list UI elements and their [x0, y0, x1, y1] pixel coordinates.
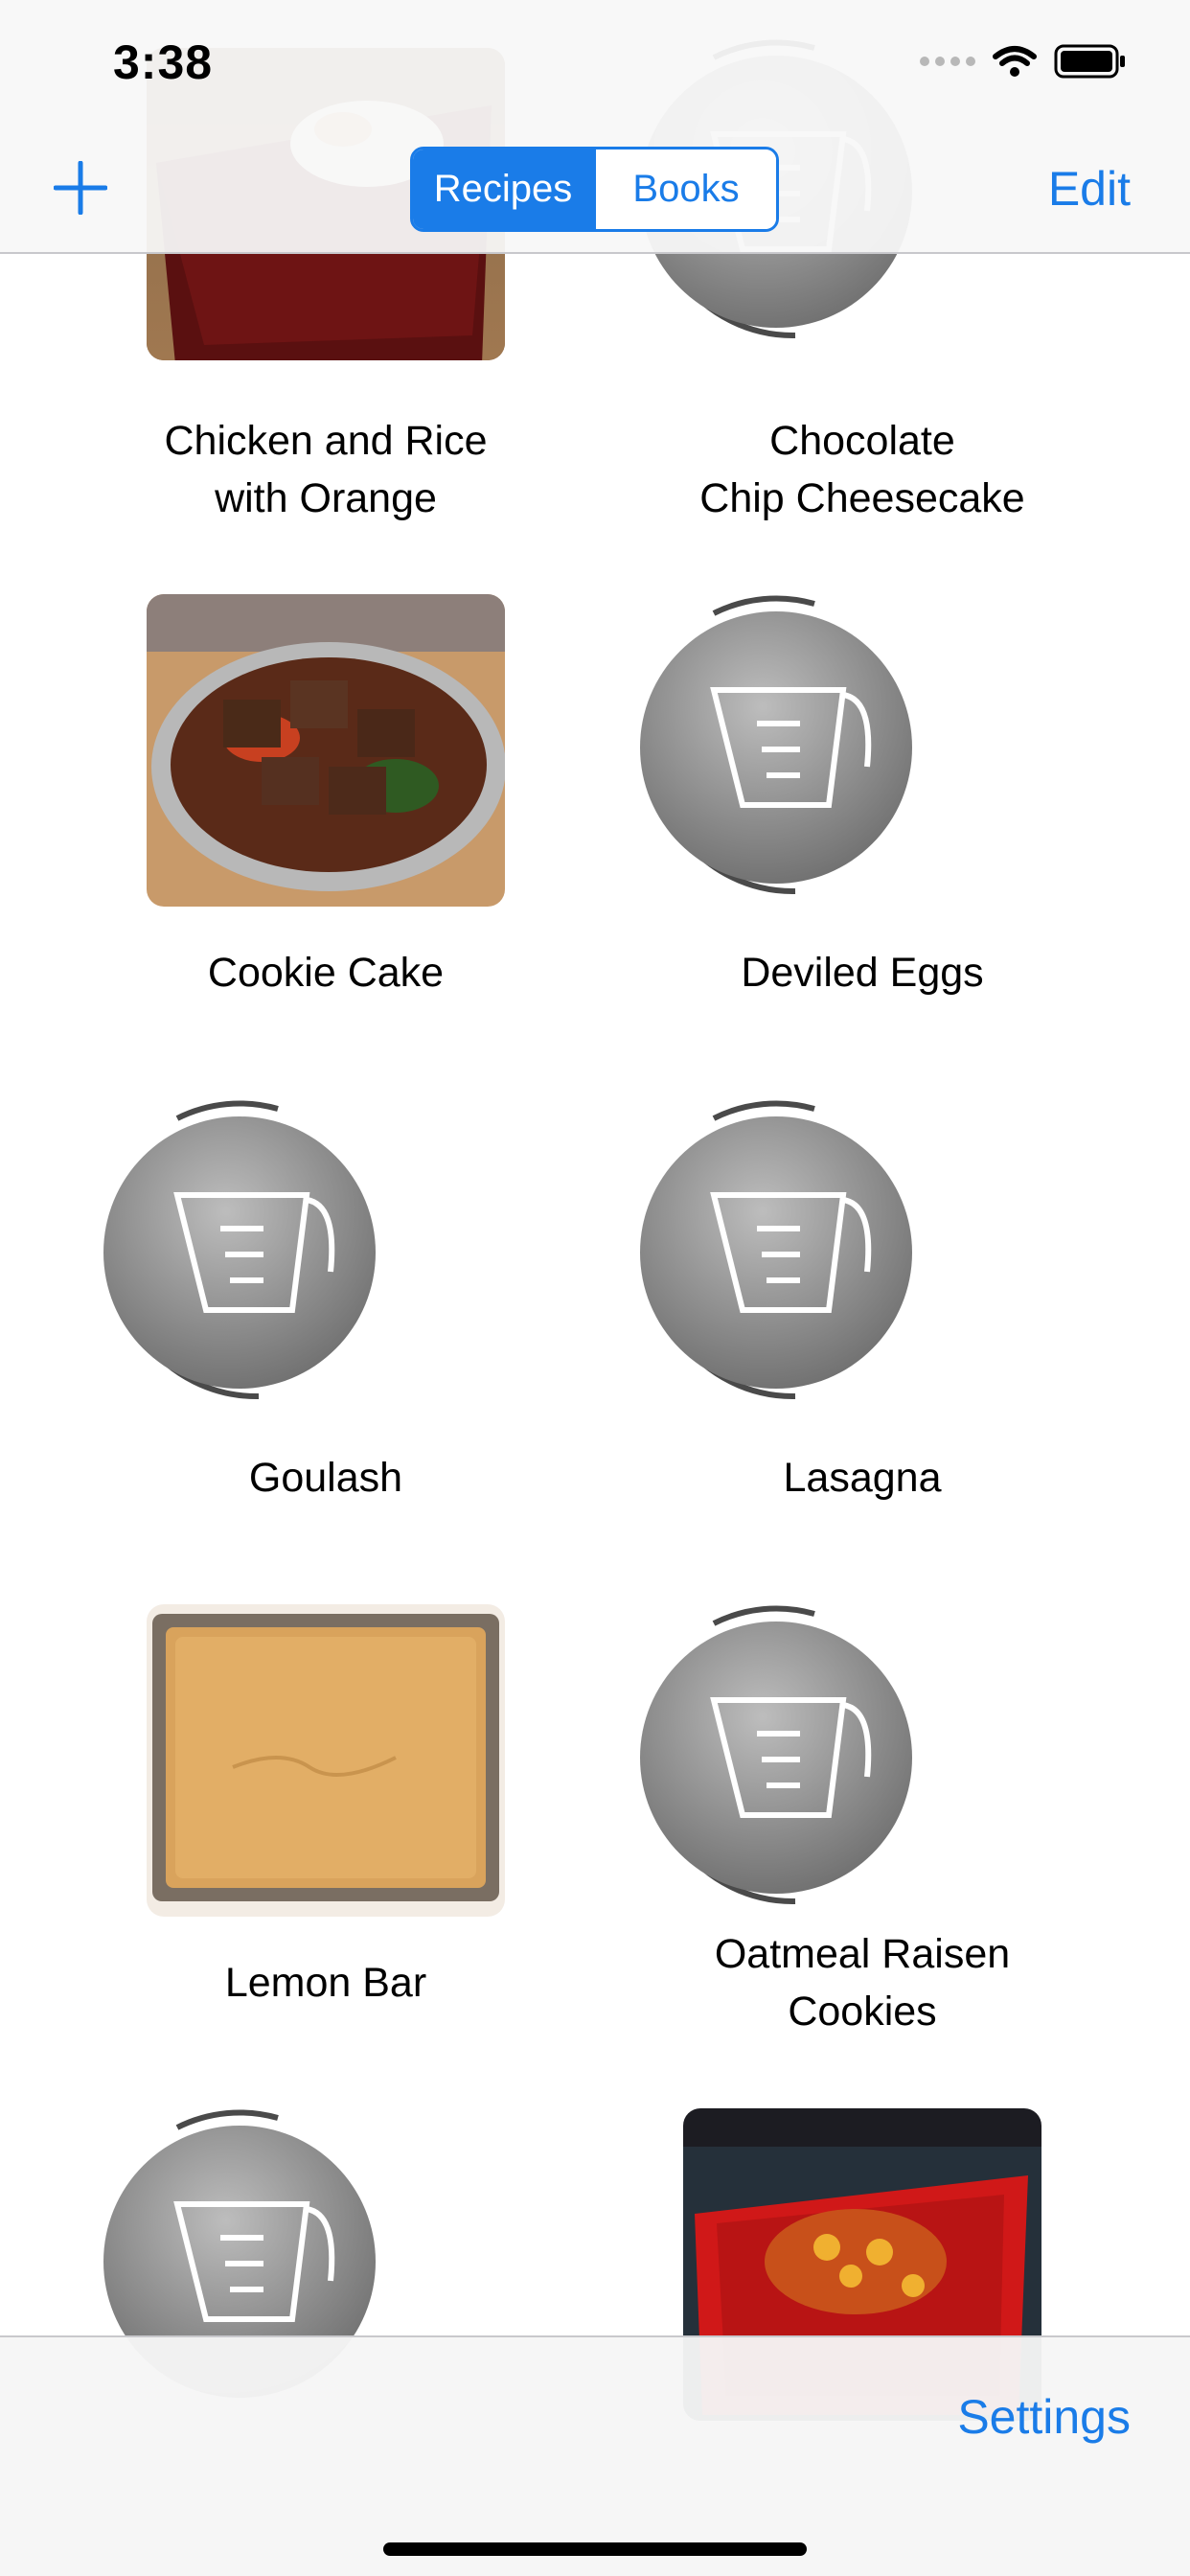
recipe-item-deviled-eggs[interactable]: Deviled Eggs — [594, 594, 1131, 997]
measuring-cup-icon — [623, 585, 929, 910]
segment-recipes[interactable]: Recipes — [413, 150, 593, 229]
recipe-grid[interactable]: Chicken and Rice with Orange Chocolate C… — [0, 0, 1190, 2576]
recipe-label: Goulash — [248, 1455, 403, 1501]
recipe-label: Oatmeal Raisen Cookies — [714, 1931, 1011, 2035]
segment-books[interactable]: Books — [593, 150, 776, 229]
status-indicators — [920, 44, 1127, 79]
recipe-label: Cookie Cake — [207, 950, 445, 996]
recipe-item-cookie-cake[interactable]: Cookie Cake — [57, 594, 594, 997]
recipe-item-lasagna[interactable]: Lasagna — [594, 1099, 1131, 1502]
status-bar: 3:38 — [0, 0, 1190, 126]
recipe-item-goulash[interactable]: Goulash — [57, 1099, 594, 1502]
measuring-cup-icon — [86, 1090, 393, 1415]
recipe-item-lemon-bar[interactable]: Lemon Bar — [57, 1604, 594, 2007]
recipe-label: Deviled Eggs — [741, 950, 984, 996]
recipe-label: Lemon Bar — [224, 1960, 427, 2006]
home-indicator[interactable] — [383, 2542, 807, 2556]
lemon-bar-photo — [147, 1604, 505, 1917]
recipe-label: Chicken and Rice with Orange — [164, 418, 488, 521]
recipes-books-segmented-control[interactable]: Recipes Books — [410, 147, 779, 232]
status-time: 3:38 — [113, 35, 214, 89]
recipe-label: Lasagna — [783, 1455, 942, 1501]
navigation-bar: 3:38 Recipes Books Edit — [0, 0, 1190, 254]
measuring-cup-icon — [623, 1595, 929, 1920]
battery-icon — [1054, 44, 1125, 79]
measuring-cup-icon — [623, 1090, 929, 1415]
cellular-signal-icon — [920, 57, 975, 66]
cookie-cake-photo — [147, 594, 505, 907]
add-recipe-button[interactable] — [53, 160, 108, 216]
plus-icon — [53, 160, 108, 216]
recipe-item-oatmeal-raisen-cookies[interactable]: Oatmeal Raisen Cookies — [594, 1604, 1131, 2035]
bottom-toolbar: Settings — [0, 2335, 1190, 2576]
wifi-icon — [993, 46, 1037, 77]
settings-button[interactable]: Settings — [957, 2389, 1131, 2445]
recipe-label: Chocolate Chip Cheesecake — [699, 418, 1025, 521]
edit-button[interactable]: Edit — [1048, 161, 1131, 217]
